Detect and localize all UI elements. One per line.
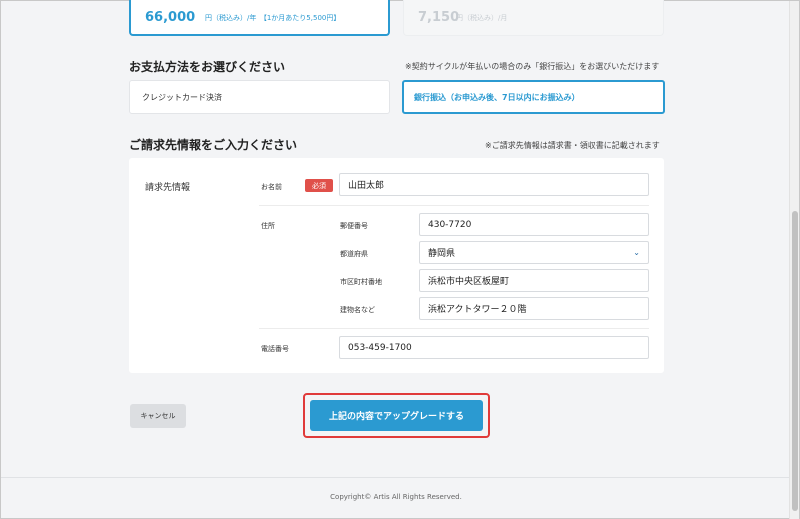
page: 66,000 円（税込み）/年 【1か月あたり5,500円】 7,150 円（税… [1, 0, 791, 519]
building-input[interactable]: 浜松アクトタワー２０階 [419, 297, 649, 320]
building-label: 建物名など [340, 306, 375, 314]
prefecture-label: 都道府県 [340, 250, 368, 258]
address-label: 住所 [261, 222, 275, 230]
plan-price: 66,000 [145, 10, 196, 25]
name-input[interactable]: 山田太郎 [339, 173, 649, 196]
plan-price: 7,150 [418, 10, 460, 25]
billing-section-title: ご請求先情報をご入力ください [129, 138, 298, 152]
footer-copyright: Copyright© Artis All Rights Reserved. [330, 493, 462, 501]
scrollbar[interactable] [789, 1, 799, 519]
payment-section-title: お支払方法をお選びください [129, 60, 286, 74]
required-badge: 必須 [305, 179, 333, 192]
prefecture-value: 静岡県 [428, 249, 456, 259]
cancel-button[interactable]: キャンセル [130, 404, 186, 428]
phone-input[interactable]: 053-459-1700 [339, 336, 649, 359]
billing-form-label: 請求先情報 [145, 183, 191, 193]
payment-option-credit-card[interactable]: クレジットカード決済 [129, 80, 390, 114]
scrollbar-thumb[interactable] [792, 211, 798, 511]
plan-card-annual[interactable]: 66,000 円（税込み）/年 【1か月あたり5,500円】 [129, 0, 390, 36]
upgrade-button[interactable]: 上記の内容でアップグレードする [310, 400, 483, 431]
billing-note: ※ご請求先情報は請求書・領収書に記載されます [485, 141, 660, 150]
footer-divider [1, 477, 791, 478]
chevron-down-icon: ⌄ [633, 248, 640, 257]
billing-form: 請求先情報 お名前 必須 山田太郎 住所 郵便番号 430-7720 都道府県 … [129, 158, 664, 373]
divider [259, 205, 649, 206]
postal-code-input[interactable]: 430-7720 [419, 213, 649, 236]
divider [259, 328, 649, 329]
plan-price-suffix: 円（税込み）/年 【1か月あたり5,500円】 [205, 14, 341, 22]
prefecture-select[interactable]: 静岡県 ⌄ [419, 241, 649, 264]
plan-card-monthly[interactable]: 7,150 円（税込み）/月 [403, 0, 664, 36]
plan-price-suffix: 円（税込み）/月 [456, 14, 508, 22]
city-input[interactable]: 浜松市中央区板屋町 [419, 269, 649, 292]
payment-note: ※契約サイクルが年払いの場合のみ「銀行振込」をお選びいただけます [405, 62, 660, 71]
phone-label: 電話番号 [261, 345, 289, 353]
name-label: お名前 [261, 183, 282, 191]
postal-code-label: 郵便番号 [340, 222, 368, 230]
city-label: 市区町村番地 [340, 278, 382, 286]
payment-option-bank-transfer[interactable]: 銀行振込（お申込み後、7日以内にお振込み） [402, 80, 665, 114]
